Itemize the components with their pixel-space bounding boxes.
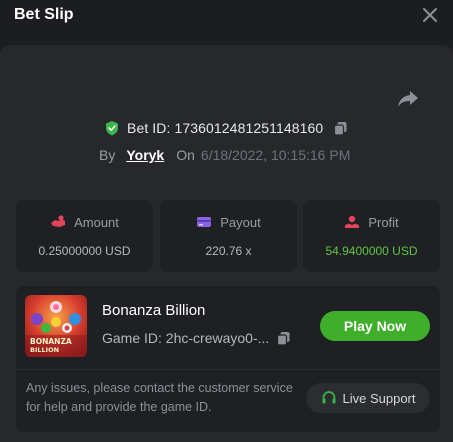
bet-id-row: Bet ID: 1736012481251148160 [104,118,348,138]
divider [16,369,440,370]
stat-profit-value: 54.9400000 USD [325,244,418,258]
live-support-label: Live Support [342,390,416,406]
bet-id-label: Bet ID: 1736012481251148160 [127,120,324,136]
svg-text:BILLION: BILLION [30,346,59,354]
stat-payout-value: 220.76 x [205,244,252,258]
share-icon[interactable] [396,88,420,110]
stat-amount: Amount 0.25000000 USD [16,200,153,272]
bet-date: 6/18/2022, 10:15:16 PM [200,147,351,163]
game-id-row: Game ID: 2hc-crewayo0-... [102,330,291,346]
stat-payout-label: Payout [220,214,261,230]
bet-meta-row: By Yoryk On 6/18/2022, 10:15:16 PM [99,145,350,165]
stat-profit: Profit 54.9400000 USD [303,200,440,272]
game-id-label: Game ID: 2hc-crewayo0-... [102,330,270,346]
payout-icon [197,217,212,227]
thumbnail-logo-text: BONANZA [30,337,72,346]
copy-bet-id-icon[interactable] [333,121,348,136]
profit-icon [345,215,360,228]
stat-amount-label: Amount [74,214,119,230]
amount-icon [51,215,66,227]
stat-amount-value: 0.25000000 USD [38,244,131,258]
stat-payout: Payout 220.76 x [160,200,297,272]
game-thumbnail[interactable]: BONANZA BILLION [25,295,87,357]
headset-icon [322,391,335,404]
stat-profit-label: Profit [368,214,399,230]
game-card: BONANZA BILLION Bonanza Billion Game ID:… [16,286,440,432]
verified-shield-icon [106,121,118,136]
live-support-button[interactable]: Live Support [306,383,430,413]
close-icon[interactable] [420,5,440,25]
user-link[interactable]: Yoryk [126,147,164,163]
header: Bet Slip [0,0,453,34]
by-label: By [99,147,116,163]
support-note: Any issues, please contact the customer … [26,381,293,414]
on-label: On [176,147,195,163]
page-title: Bet Slip [14,6,74,23]
copy-game-id-icon[interactable] [276,331,291,346]
play-now-button[interactable]: Play Now [320,311,430,341]
game-name[interactable]: Bonanza Billion [102,302,205,319]
